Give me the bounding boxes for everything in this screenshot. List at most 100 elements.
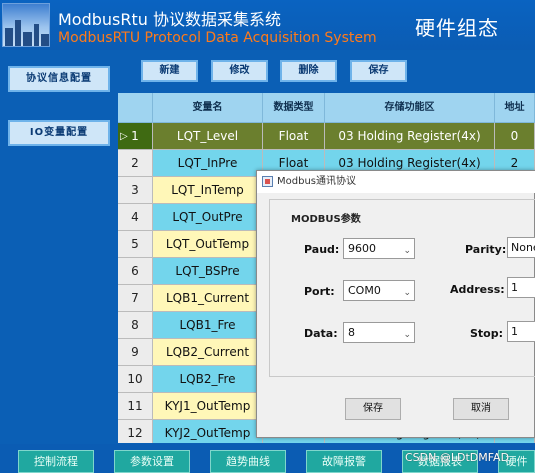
variable-name-cell-text: LQT_InPre [177,156,238,170]
row-index-cell[interactable]: 6 [118,258,153,285]
page-title: 硬件组态 [415,16,499,40]
variable-name-cell[interactable]: KYJ1_OutTemp [153,393,263,420]
variable-name-cell-text: LQT_Level [176,129,239,143]
address-field[interactable]: 1 [507,277,535,298]
paud-label: Paud: [304,243,340,256]
row-index-cell-text: 10 [127,372,143,386]
modbus-protocol-dialog[interactable]: Modbus通讯协议 MODBUS参数 Paud: 9600 ⌄ Port: C… [256,170,535,438]
row-index-cell[interactable]: 8 [118,312,153,339]
row-index-cell-text: 11 [127,399,143,413]
new-button[interactable]: 新建 [141,60,198,82]
data-type-cell[interactable]: Float [263,123,325,150]
chevron-down-icon: ⌄ [403,288,411,298]
row-index-cell[interactable]: 7 [118,285,153,312]
chevron-down-icon: ⌄ [403,246,411,256]
bottom-nav-trend[interactable]: 趋势曲线 [210,450,286,473]
save-button[interactable]: 保存 [350,60,407,82]
variable-name-cell-text: LQT_OutTemp [165,237,250,251]
variable-name-cell-text: KYJ1_OutTemp [164,399,251,413]
stop-bits-select[interactable]: 1 [507,321,535,342]
row-index-cell-text: 8 [131,318,139,332]
data-bits-value: 8 [348,326,355,339]
variable-name-cell[interactable]: LQT_OutPre [153,204,263,231]
edit-button[interactable]: 修改 [211,60,268,82]
variable-name-cell[interactable]: LQT_InPre [153,150,263,177]
variable-name-cell[interactable]: LQB2_Current [153,339,263,366]
variable-name-cell-text: LQB2_Fre [179,372,236,386]
data-label: Data: [304,327,338,340]
port-label: Port: [304,285,335,298]
data-type-cell-text: Float [278,129,309,143]
row-index-cell[interactable]: 9 [118,339,153,366]
variable-name-cell-text: LQT_BSPre [175,264,240,278]
parity-label: Parity: [465,243,507,256]
variable-name-cell[interactable]: LQT_InTemp [153,177,263,204]
row-index-cell[interactable]: 2 [118,150,153,177]
paud-value: 9600 [348,242,376,255]
data-bits-select[interactable]: 8 ⌄ [343,322,415,343]
table-row[interactable]: ▷ 1 LQT_Level Float 03 Holding Register(4x) 0 [118,123,535,150]
variable-name-cell-text: LQT_OutPre [172,210,243,224]
row-index-cell-text: 6 [131,264,139,278]
storage-area-cell-text: 03 Holding Register(4x) [338,129,481,143]
storage-area-cell-text: 03 Holding Register(4x) [338,156,481,170]
data-type-cell-text: Float [278,156,309,170]
parity-select[interactable]: None [507,237,535,258]
row-index-cell[interactable]: ▷ 1 [118,123,153,150]
row-index-cell[interactable]: 3 [118,177,153,204]
column-header-address: 地址 [495,93,535,123]
variable-name-cell[interactable]: LQT_Level [153,123,263,150]
row-index-cell-text: 1 [131,129,139,143]
table-corner-header [118,93,153,123]
port-select[interactable]: COM0 ⌄ [343,280,415,301]
variable-name-cell-text: LQT_InTemp [171,183,244,197]
variable-name-cell[interactable]: LQT_OutTemp [153,231,263,258]
row-index-cell[interactable]: 10 [118,366,153,393]
row-index-cell[interactable]: 4 [118,204,153,231]
city-logo-icon [2,3,50,47]
column-header-storage-area: 存储功能区 [325,93,495,123]
row-index-cell-text: 2 [131,156,139,170]
column-header-data-type: 数据类型 [263,93,325,123]
variable-name-cell-text: LQB1_Fre [179,318,236,332]
bottom-nav-parameters[interactable]: 参数设置 [114,450,190,473]
dialog-save-button[interactable]: 保存 [345,398,401,420]
variable-name-cell[interactable]: LQB1_Fre [153,312,263,339]
nav-protocol-config-button[interactable]: 协议信息配置 [8,66,110,92]
dialog-title: Modbus通讯协议 [257,171,535,193]
chevron-down-icon: ⌄ [403,330,411,340]
watermark-text: CSDN @LDtDMFAD [405,451,510,464]
row-index-cell[interactable]: 5 [118,231,153,258]
row-index-cell-text: 7 [131,291,139,305]
row-index-cell-text: 4 [131,210,139,224]
nav-io-variable-config-button[interactable]: IO变量配置 [8,120,110,146]
address-cell[interactable]: 0 [495,123,535,150]
variable-name-cell[interactable]: LQB2_Fre [153,366,263,393]
bottom-nav-control-flow[interactable]: 控制流程 [18,450,94,473]
row-index-cell[interactable]: 11 [118,393,153,420]
address-cell-text: 2 [510,156,519,170]
row-index-cell-text: 9 [131,345,139,359]
row-index-cell-text: 5 [131,237,139,251]
variable-name-cell[interactable]: LQB1_Current [153,285,263,312]
window-icon [262,176,273,187]
variable-name-cell[interactable]: LQT_BSPre [153,258,263,285]
port-value: COM0 [348,284,381,297]
stop-label: Stop: [470,327,504,340]
row-index-cell-text: 3 [131,183,139,197]
paud-select[interactable]: 9600 ⌄ [343,238,415,259]
app-title: ModbusRtu 协议数据采集系统 [58,10,282,29]
delete-button[interactable]: 删除 [280,60,337,82]
bottom-nav-alarm[interactable]: 故障报警 [306,450,382,473]
column-header-variable-name: 变量名 [153,93,263,123]
app-subtitle: ModbusRTU Protocol Data Acquisition Syst… [58,30,377,46]
group-title: MODBUS参数 [289,210,363,225]
address-cell-text: 0 [510,129,519,143]
row-pointer-icon: ▷ [120,131,128,142]
row-index-cell-text: 12 [127,426,143,440]
variable-name-cell[interactable]: KYJ2_OutTemp [153,420,263,443]
dialog-cancel-button[interactable]: 取消 [453,398,509,420]
storage-area-cell[interactable]: 03 Holding Register(4x) [325,123,495,150]
variable-name-cell-text: KYJ2_OutTemp [164,426,251,440]
row-index-cell[interactable]: 12 [118,420,153,443]
